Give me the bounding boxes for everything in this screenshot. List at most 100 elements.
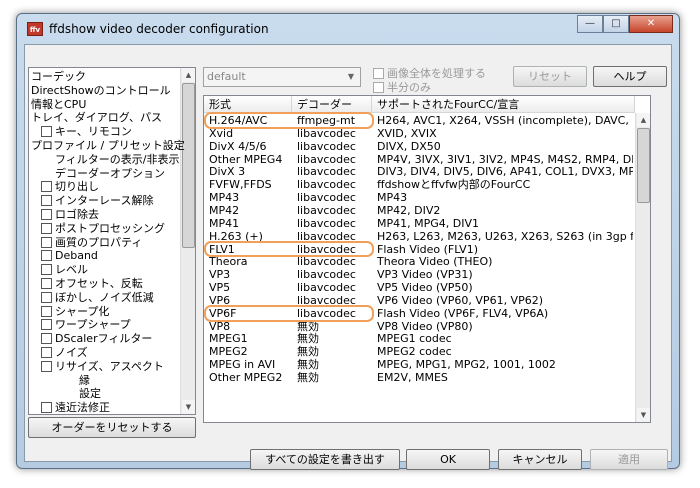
table-row[interactable]: Theora libavcodec Theora Video (THEO): [204, 255, 635, 268]
filter-enable-checkbox[interactable]: [41, 126, 52, 138]
column-header-decoder[interactable]: デコーダー: [292, 96, 372, 113]
tree-item[interactable]: DScalerフィルター: [41, 332, 152, 345]
cell-decoder[interactable]: libavcodec: [297, 165, 375, 178]
filter-enable-checkbox[interactable]: [41, 181, 52, 193]
cell-decoder[interactable]: 無効: [297, 371, 375, 384]
table-scrollbar[interactable]: ▲ ▼: [635, 113, 650, 422]
cell-decoder[interactable]: libavcodec: [297, 153, 375, 166]
reset-order-button[interactable]: オーダーをリセットする: [28, 417, 196, 438]
filter-enable-checkbox[interactable]: [41, 333, 52, 345]
tree-item[interactable]: リサイズ、アスペクト: [41, 360, 164, 373]
tree-item[interactable]: 設定: [79, 387, 101, 400]
export-all-settings-button[interactable]: すべての設定を書き出す: [250, 449, 400, 470]
cell-decoder[interactable]: libavcodec: [297, 281, 375, 294]
column-header-fourcc[interactable]: サポートされたFourCC/宣言: [372, 96, 635, 113]
filter-enable-checkbox[interactable]: [41, 236, 52, 248]
table-row[interactable]: VP3 libavcodec VP3 Video (VP31): [204, 268, 635, 281]
tree-item[interactable]: ノイズ: [41, 346, 88, 359]
filter-enable-checkbox[interactable]: [41, 291, 52, 303]
table-scroll-thumb[interactable]: [637, 128, 650, 203]
filter-enable-checkbox[interactable]: [41, 319, 52, 331]
filter-enable-checkbox[interactable]: [41, 278, 52, 289]
cell-decoder[interactable]: 無効: [297, 332, 375, 345]
cell-decoder[interactable]: 無効: [297, 345, 375, 358]
cell-decoder[interactable]: 無効: [297, 358, 375, 371]
tree-item[interactable]: 縁: [79, 374, 90, 387]
filter-enable-checkbox[interactable]: [41, 195, 52, 207]
scroll-down-arrow-icon[interactable]: ▼: [182, 400, 195, 414]
close-button[interactable]: ✕: [629, 15, 673, 33]
reset-button[interactable]: リセット: [513, 66, 587, 87]
table-row[interactable]: VP5 libavcodec VP5 Video (VP50): [204, 281, 635, 294]
column-header-format[interactable]: 形式: [204, 96, 292, 113]
tree-item[interactable]: コーデック: [31, 70, 86, 83]
scroll-down-arrow-icon[interactable]: ▼: [637, 408, 650, 422]
tree-item[interactable]: デコーダーオプション: [55, 167, 165, 180]
tree-item[interactable]: インターレース解除: [41, 194, 153, 207]
tree-item[interactable]: Deband: [41, 249, 98, 262]
table-row[interactable]: MPEG in AVI 無効 MPEG, MPG1, MPG2, 1001, 100…: [204, 358, 635, 371]
tree-scroll-thumb[interactable]: [182, 83, 195, 248]
table-row[interactable]: MPEG2 無効 MPEG2 codec: [204, 345, 635, 358]
tree-item[interactable]: フィルターの表示/非表示: [55, 153, 180, 166]
filter-enable-checkbox[interactable]: [41, 305, 52, 317]
filter-enable-checkbox[interactable]: [41, 347, 52, 358]
cancel-button[interactable]: キャンセル: [498, 449, 582, 470]
tree-item[interactable]: ロゴ除去: [41, 208, 99, 221]
table-row[interactable]: MP41 libavcodec MP41, MPG4, DIV1: [204, 217, 635, 230]
cell-decoder[interactable]: libavcodec: [297, 255, 375, 268]
cell-decoder[interactable]: libavcodec: [297, 140, 375, 153]
help-button[interactable]: ヘルプ: [593, 66, 667, 87]
table-row[interactable]: MP43 libavcodec MP43: [204, 191, 635, 204]
tree-item[interactable]: 切り出し: [41, 180, 99, 193]
tree-item[interactable]: キー、リモコン: [41, 125, 132, 138]
cell-fourcc: VP8 Video (VP80): [377, 319, 473, 333]
cell-decoder[interactable]: libavcodec: [297, 178, 375, 191]
table-row[interactable]: DivX 3 libavcodec DIV3, DIV4, DIV5, DIV6, …: [204, 165, 635, 178]
apply-button[interactable]: 適用: [590, 449, 668, 470]
tree-item-label: DScalerフィルター: [55, 332, 153, 346]
tree-item[interactable]: プロファイル / プリセット設定: [31, 139, 185, 152]
filter-enable-checkbox[interactable]: [41, 250, 52, 262]
tree-item[interactable]: レベル: [41, 263, 88, 276]
table-row[interactable]: MP42 libavcodec MP42, DIV2: [204, 204, 635, 217]
chevron-down-icon[interactable]: ▼: [343, 69, 359, 85]
ok-button[interactable]: OK: [406, 449, 490, 470]
title-bar[interactable]: ffv ffdshow video decoder configuration …: [17, 14, 679, 44]
maximize-button[interactable]: □: [603, 15, 629, 33]
filter-tree[interactable]: ▲ ▼ コーデック DirectShowのコントロール 情報とCPU トレイ、ダイアロ…: [28, 67, 196, 415]
tree-item[interactable]: 情報とCPU: [31, 98, 86, 111]
tree-item[interactable]: オフセット、反転: [41, 277, 143, 290]
filter-enable-checkbox[interactable]: [41, 264, 52, 276]
checkbox-box[interactable]: [373, 82, 384, 93]
tree-item[interactable]: ポストプロセッシング: [41, 222, 165, 235]
tree-item[interactable]: トレイ、ダイアログ、パス: [31, 111, 162, 124]
preset-select[interactable]: default ▼: [203, 67, 361, 87]
table-row[interactable]: Other MPEG2 無効 EM2V, MMES: [204, 371, 635, 384]
tree-item[interactable]: ワープシャープ: [41, 318, 131, 331]
minimize-button[interactable]: —: [577, 15, 603, 33]
tree-scrollbar[interactable]: ▲ ▼: [180, 68, 195, 414]
tree-item[interactable]: ぼかし、ノイズ低減: [41, 291, 154, 304]
half-only-checkbox[interactable]: 半分のみ: [373, 79, 431, 95]
filter-enable-checkbox[interactable]: [41, 209, 52, 220]
tree-item[interactable]: DirectShowのコントロール: [31, 84, 171, 97]
filter-enable-checkbox[interactable]: [41, 360, 52, 372]
tree-item[interactable]: 遠近法修正: [41, 401, 110, 414]
scroll-up-arrow-icon[interactable]: ▲: [182, 68, 195, 82]
cell-decoder[interactable]: libavcodec: [297, 217, 375, 230]
cell-decoder[interactable]: libavcodec: [297, 191, 375, 204]
tree-item[interactable]: シャープ化: [41, 305, 109, 318]
checkbox-box[interactable]: [373, 68, 384, 79]
codec-table[interactable]: 形式 デコーダー サポートされたFourCC/宣言 ▲ ▼ H.264/AVC f…: [203, 95, 651, 423]
cell-decoder[interactable]: libavcodec: [297, 204, 375, 217]
filter-enable-checkbox[interactable]: [41, 402, 52, 414]
table-row[interactable]: DivX 4/5/6 libavcodec DIVX, DX50: [204, 140, 635, 153]
tree-item[interactable]: 画質のプロパティ: [41, 236, 142, 249]
cell-decoder[interactable]: libavcodec: [297, 268, 375, 281]
filter-enable-checkbox[interactable]: [41, 222, 52, 234]
table-row[interactable]: MPEG1 無効 MPEG1 codec: [204, 332, 635, 345]
table-row[interactable]: FVFW,FFDS libavcodec ffdshowとffvfw内部のFourC…: [204, 178, 635, 191]
scroll-up-arrow-icon[interactable]: ▲: [637, 113, 650, 127]
table-row[interactable]: Other MPEG4 libavcodec MP4V, 3IVX, 3IV1, 3…: [204, 153, 635, 166]
